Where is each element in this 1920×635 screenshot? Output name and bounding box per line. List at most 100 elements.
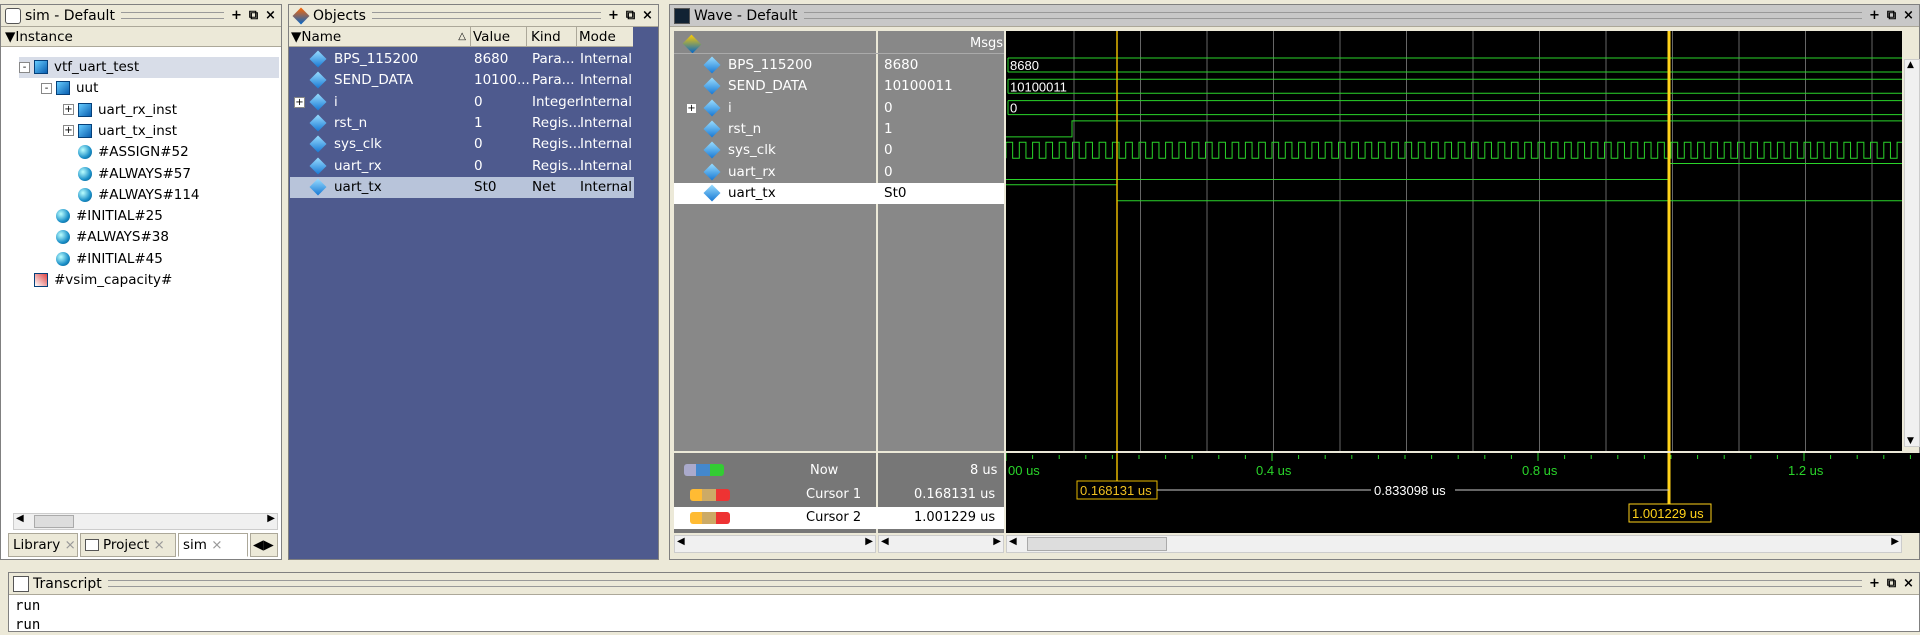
cursor2-controls[interactable] [690, 512, 730, 524]
col-kind[interactable]: Kind [531, 27, 577, 47]
expand-toggle-icon[interactable]: + [63, 104, 74, 116]
object-kind: Regis... [532, 136, 582, 153]
tree-item[interactable]: #ALWAYS#38 [41, 227, 169, 248]
tree-item[interactable]: - vtf_uart_test [19, 57, 279, 78]
add-icon[interactable]: + [1868, 8, 1881, 23]
close-icon[interactable]: × [1902, 576, 1915, 591]
signal-icon [309, 71, 327, 89]
sim-pane-titlebar[interactable]: sim - Default + ⧉ × [1, 5, 281, 27]
names-h-scrollbar[interactable]: ◀ ▶ [674, 535, 876, 553]
waveform-canvas[interactable]: 8680 10100011 0 [1005, 31, 1911, 451]
signal-icon [703, 120, 721, 138]
tab-sim[interactable]: sim × [178, 533, 248, 557]
tab-scroll-arrows[interactable]: ◀▶ [250, 533, 278, 557]
wave-signal-row[interactable]: BPS_115200 8680 [674, 55, 1004, 76]
wave-signal-name: uart_tx [728, 184, 776, 201]
tree-item[interactable]: #INITIAL#45 [41, 249, 163, 270]
object-name: i [334, 93, 338, 110]
wave-signal-value: 1 [884, 120, 893, 137]
expand-toggle-icon[interactable]: - [19, 61, 30, 73]
wave-signal-row[interactable]: rst_n 1 [674, 119, 1004, 140]
object-kind: Regis... [532, 157, 582, 174]
wave-signal-value: St0 [884, 184, 907, 201]
col-mode[interactable]: Mode [579, 27, 631, 47]
time-ruler[interactable]: 00 us 0.4 us 0.8 us 1.2 us 0.168131 us 0.8330… [1005, 453, 1920, 533]
object-mode: Internal [580, 157, 633, 174]
object-row[interactable]: sys_clk 0 Regis... Internal [290, 134, 634, 155]
wave-signal-name: BPS_115200 [728, 57, 813, 73]
tree-item[interactable]: #INITIAL#25 [41, 206, 163, 227]
process-icon [56, 251, 70, 266]
tree-item[interactable]: + uart_tx_inst [63, 121, 177, 142]
close-icon[interactable]: × [641, 8, 654, 23]
time-ruler-svg: 00 us 0.4 us 0.8 us 1.2 us 0.168131 us 0.8330… [1005, 453, 1911, 523]
expand-toggle-icon[interactable]: + [686, 102, 697, 114]
tree-item[interactable]: #ASSIGN#52 [63, 142, 189, 163]
objects-pane-titlebar[interactable]: Objects + ⧉ × [289, 5, 658, 27]
close-icon[interactable]: × [1902, 8, 1915, 23]
now-icons[interactable] [684, 464, 724, 476]
object-row[interactable]: SEND_DATA 10100... Para... Internal [290, 70, 634, 91]
object-mode: Internal [580, 136, 633, 153]
object-name: sys_clk [334, 136, 382, 153]
object-row[interactable]: BPS_115200 8680 Para... Internal [290, 49, 634, 70]
wave-signal-value: 0 [884, 99, 893, 116]
transcript-console[interactable]: run run [15, 597, 40, 635]
tree-item[interactable]: + uart_rx_inst [63, 100, 177, 121]
tab-library[interactable]: Library × [8, 533, 78, 557]
wave-signal-row[interactable]: sys_clk 0 [674, 140, 1004, 161]
object-row[interactable]: uart_tx St0 Net Internal [290, 176, 634, 198]
instance-icon [34, 60, 48, 74]
object-mode: Internal [580, 114, 633, 131]
signal-icon [703, 99, 721, 117]
col-value[interactable]: Value [473, 27, 527, 47]
wave-signal-value: 0 [884, 163, 893, 180]
col-name[interactable]: ▼Name △ [291, 27, 471, 47]
tree-item-label: uut [76, 80, 99, 97]
object-mode: Internal [580, 178, 633, 195]
wave-vertical-scrollbar[interactable]: ▲ ▼ [1904, 59, 1920, 447]
wave-signal-row[interactable]: uart_rx 0 [674, 162, 1004, 183]
instance-column-header[interactable]: ▼Instance [1, 27, 281, 47]
close-icon[interactable]: × [264, 8, 277, 23]
undock-icon[interactable]: ⧉ [247, 8, 260, 23]
add-icon[interactable]: + [1868, 576, 1881, 591]
expand-toggle-icon[interactable]: + [294, 96, 305, 108]
tree-item[interactable]: #vsim_capacity# [19, 270, 172, 291]
expand-toggle-icon[interactable]: + [63, 125, 74, 137]
tree-item[interactable]: - uut [41, 78, 98, 99]
undock-icon[interactable]: ⧉ [1885, 576, 1898, 591]
object-row[interactable]: uart_rx 0 Regis... Internal [290, 156, 634, 177]
transcript-titlebar[interactable]: Transcript + ⧉ × [9, 573, 1919, 595]
signal-icon [309, 93, 327, 111]
object-name: uart_tx [334, 178, 382, 195]
now-label: Now [810, 463, 839, 478]
tab-project[interactable]: Project × [80, 533, 176, 557]
bus-wave-label: 0 [1010, 101, 1017, 116]
sim-horizontal-scrollbar[interactable]: ◀ ▶ [13, 513, 278, 530]
wave-pane-titlebar[interactable]: Wave - Default + ⧉ × [670, 5, 1919, 27]
wave-signal-row[interactable]: uart_tx St0 [674, 182, 1004, 204]
wave-signal-name: SEND_DATA [728, 78, 808, 95]
object-kind: Regis... [532, 114, 582, 131]
wave-h-scrollbar[interactable]: ◀ ▶ [1006, 535, 1902, 553]
expand-toggle-icon[interactable]: - [41, 82, 52, 94]
undock-icon[interactable]: ⧉ [1885, 8, 1898, 23]
tree-item[interactable]: #ALWAYS#57 [63, 164, 191, 185]
tree-item[interactable]: #ALWAYS#114 [63, 185, 200, 206]
undock-icon[interactable]: ⧉ [624, 8, 637, 23]
wave-signal-row[interactable]: SEND_DATA 10100011 [674, 76, 1004, 97]
object-row[interactable]: + i 0 Integer Internal [290, 92, 634, 113]
wave-signal-row[interactable]: + i 0 [674, 98, 1004, 119]
object-name: uart_rx [334, 157, 382, 174]
cursor1-controls[interactable] [690, 489, 730, 501]
waveform-svg: 8680 10100011 0 [1005, 31, 1911, 451]
object-row[interactable]: rst_n 1 Regis... Internal [290, 113, 634, 134]
add-icon[interactable]: + [607, 8, 620, 23]
values-h-scrollbar[interactable]: ◀ ▶ [878, 535, 1004, 553]
tree-item-label: uart_tx_inst [98, 122, 178, 139]
add-icon[interactable]: + [230, 8, 243, 23]
wave-signal-name: rst_n [728, 120, 762, 137]
signal-icon [703, 163, 721, 180]
capacity-chart-icon [34, 273, 48, 287]
